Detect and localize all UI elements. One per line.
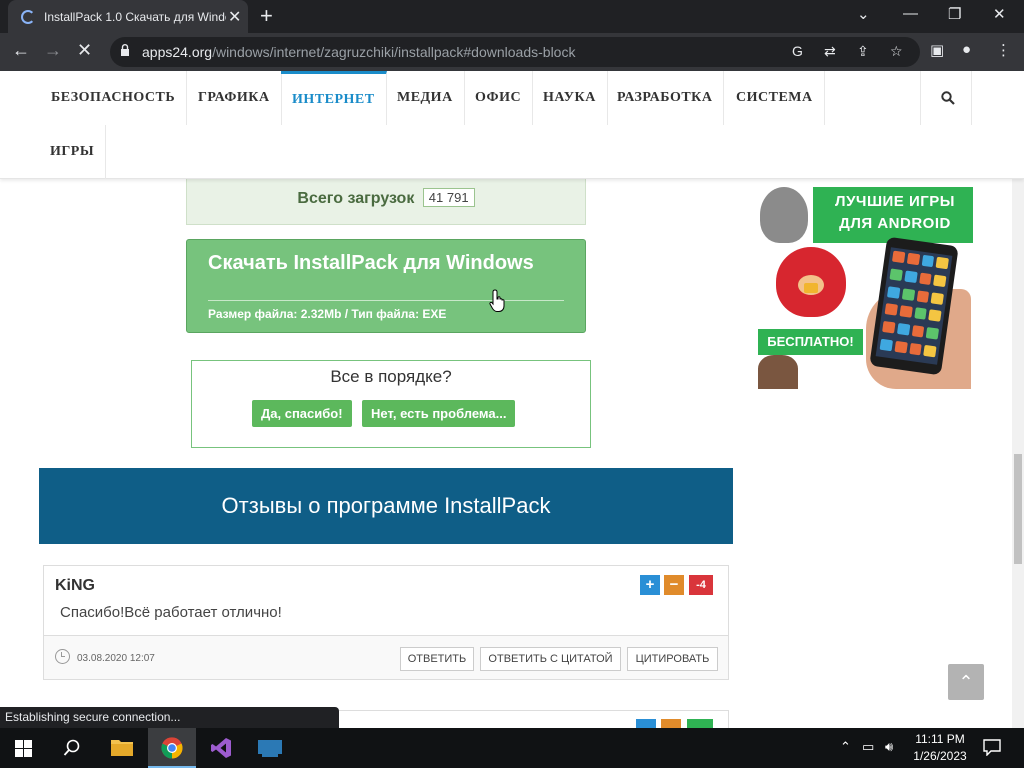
page-scrollbar[interactable] [1012,179,1024,728]
comment-date: 03.08.2020 12:07 [77,653,155,664]
taskbar-app[interactable] [246,728,294,768]
download-file-info: Размер файла: 2.32Mb / Тип файла: EXE [208,307,447,321]
comment-card: KiNG + − -4 Спасибо!Всё работает отлично… [43,565,729,680]
page-content: Всего загрузок 41 791 Скачать InstallPac… [0,179,1012,728]
taskbar-file-explorer[interactable] [98,728,146,768]
vote-up-button[interactable]: + [640,575,660,595]
reply-button[interactable]: ОТВЕТИТЬ [400,647,474,671]
taskbar-chrome[interactable] [148,728,196,768]
browser-titlebar: InstallPack 1.0 Скачать для Windows ✕ + … [0,0,1024,33]
browser-tab[interactable]: InstallPack 1.0 Скачать для Windows ✕ [8,0,248,33]
vote-down-button[interactable]: − [664,575,684,595]
nav-item-games[interactable]: ИГРЫ [39,125,107,179]
close-window-button[interactable]: ✕ [993,5,1006,23]
comment-rating: -4 [689,575,713,595]
tab-title: InstallPack 1.0 Скачать для Windows [44,10,226,24]
comment-rating [687,719,713,728]
feedback-question: Все в порядке? [330,367,452,386]
bookmark-star-icon[interactable]: ☆ [890,43,903,60]
download-button-divider [208,300,564,301]
menu-icon[interactable]: ⋮ [996,41,1011,59]
download-button-label: Скачать InstallPack для Windows [208,252,534,274]
minimize-button[interactable]: — [903,5,918,22]
search-icon[interactable] [63,739,81,757]
feedback-box: Все в порядке? Да, спасибо! Нет, есть пр… [191,360,591,448]
site-nav: БЕЗОПАСНОСТЬ ГРАФИКА ИНТЕРНЕТ МЕДИА ОФИС… [0,71,1024,179]
vote-down-button[interactable] [661,719,681,728]
site-search-button[interactable] [920,71,972,125]
translate-icon[interactable]: ⇄ [824,43,836,60]
share-icon[interactable]: ⇪ [857,43,869,60]
app-icon [258,740,282,757]
url-text: apps24.org/windows/internet/zagruzchiki/… [142,44,576,60]
search-icon [941,91,955,105]
scroll-to-top-button[interactable]: ⌃ [948,664,984,700]
nav-item-graphics[interactable]: ГРАФИКА [187,71,282,125]
taskbar-visual-studio[interactable] [197,728,245,768]
tray-chevron-icon[interactable]: ⌃ [840,739,851,755]
nav-item-security[interactable]: БЕЗОПАСНОСТЬ [40,71,188,125]
forward-button[interactable]: → [44,40,62,61]
nav-item-office[interactable]: ОФИС [464,71,534,125]
address-bar[interactable]: apps24.org/windows/internet/zagruzchiki/… [110,37,920,67]
clock-date: 1/26/2023 [913,749,967,763]
new-tab-button[interactable]: + [260,3,273,29]
restore-button[interactable]: ❐ [948,5,961,23]
lock-icon [121,44,129,56]
nav-item-science[interactable]: НАУКА [532,71,608,125]
ad-banner[interactable]: ЛУЧШИЕ ИГРЫ ДЛЯ ANDROID БЕСПЛАТНО! [758,179,973,389]
download-count-label: Всего загрузок [297,190,415,207]
comment-footer: 03.08.2020 12:07 ОТВЕТИТЬ ОТВЕТИТЬ С ЦИТ… [44,635,728,679]
google-icon[interactable]: G [792,43,803,59]
scrollbar-thumb[interactable] [1014,454,1022,564]
character-image [758,355,798,389]
talking-cat-image [760,187,808,243]
chrome-icon [161,737,183,759]
hand-cursor-icon [489,289,505,312]
network-icon[interactable]: ▭ [862,739,874,755]
tab-search-icon[interactable]: ⌄ [857,5,870,23]
feedback-yes-button[interactable]: Да, спасибо! [252,400,352,427]
windows-start-icon[interactable] [15,740,32,757]
feedback-no-button[interactable]: Нет, есть проблема... [362,400,516,427]
volume-icon[interactable]: 🔊︎ [885,739,893,755]
nav-item-system[interactable]: СИСТЕМА [725,71,825,125]
browser-status-bar: Establishing secure connection... [0,707,339,728]
stop-loading-button[interactable]: ✕ [77,40,92,61]
windows-taskbar: ⌃ ▭ 🔊︎ 11:11 PM 1/26/2023 [0,728,1024,768]
quote-button[interactable]: ЦИТИРОВАТЬ [627,647,718,671]
browser-toolbar: ← → ✕ apps24.org/windows/internet/zagruz… [0,33,1024,71]
back-button[interactable]: ← [12,40,30,61]
profile-icon[interactable]: ● [962,41,971,58]
clock-time: 11:11 PM [915,732,965,746]
nav-item-development[interactable]: РАЗРАБОТКА [606,71,725,125]
nav-item-media[interactable]: МЕДИА [386,71,465,125]
side-panel-icon[interactable]: ▣ [930,41,944,59]
download-count: Всего загрузок 41 791 [186,179,586,225]
download-button[interactable]: Скачать InstallPack для Windows Размер ф… [186,239,586,333]
clock-icon [55,649,70,664]
visual-studio-icon [211,738,231,758]
reply-with-quote-button[interactable]: ОТВЕТИТЬ С ЦИТАТОЙ [480,647,621,671]
angry-bird-image [776,247,846,317]
taskbar-clock[interactable]: 11:11 PM 1/26/2023 [905,731,975,765]
comment-author: KiNG [55,577,95,594]
notifications-icon[interactable] [983,739,1001,756]
ad-free-badge: БЕСПЛАТНО! [758,329,863,355]
close-tab-icon[interactable]: ✕ [228,7,241,27]
download-count-value: 41 791 [422,188,475,207]
nav-item-internet[interactable]: ИНТЕРНЕТ [281,71,387,125]
reviews-header: Отзывы о программе InstallPack [39,468,733,544]
comment-text: Спасибо!Всё работает отлично! [60,604,282,621]
vote-up-button[interactable] [636,719,656,728]
folder-icon [111,740,133,756]
ad-title: ЛУЧШИЕ ИГРЫ ДЛЯ ANDROID [835,193,955,232]
loading-spinner-icon [21,10,35,24]
